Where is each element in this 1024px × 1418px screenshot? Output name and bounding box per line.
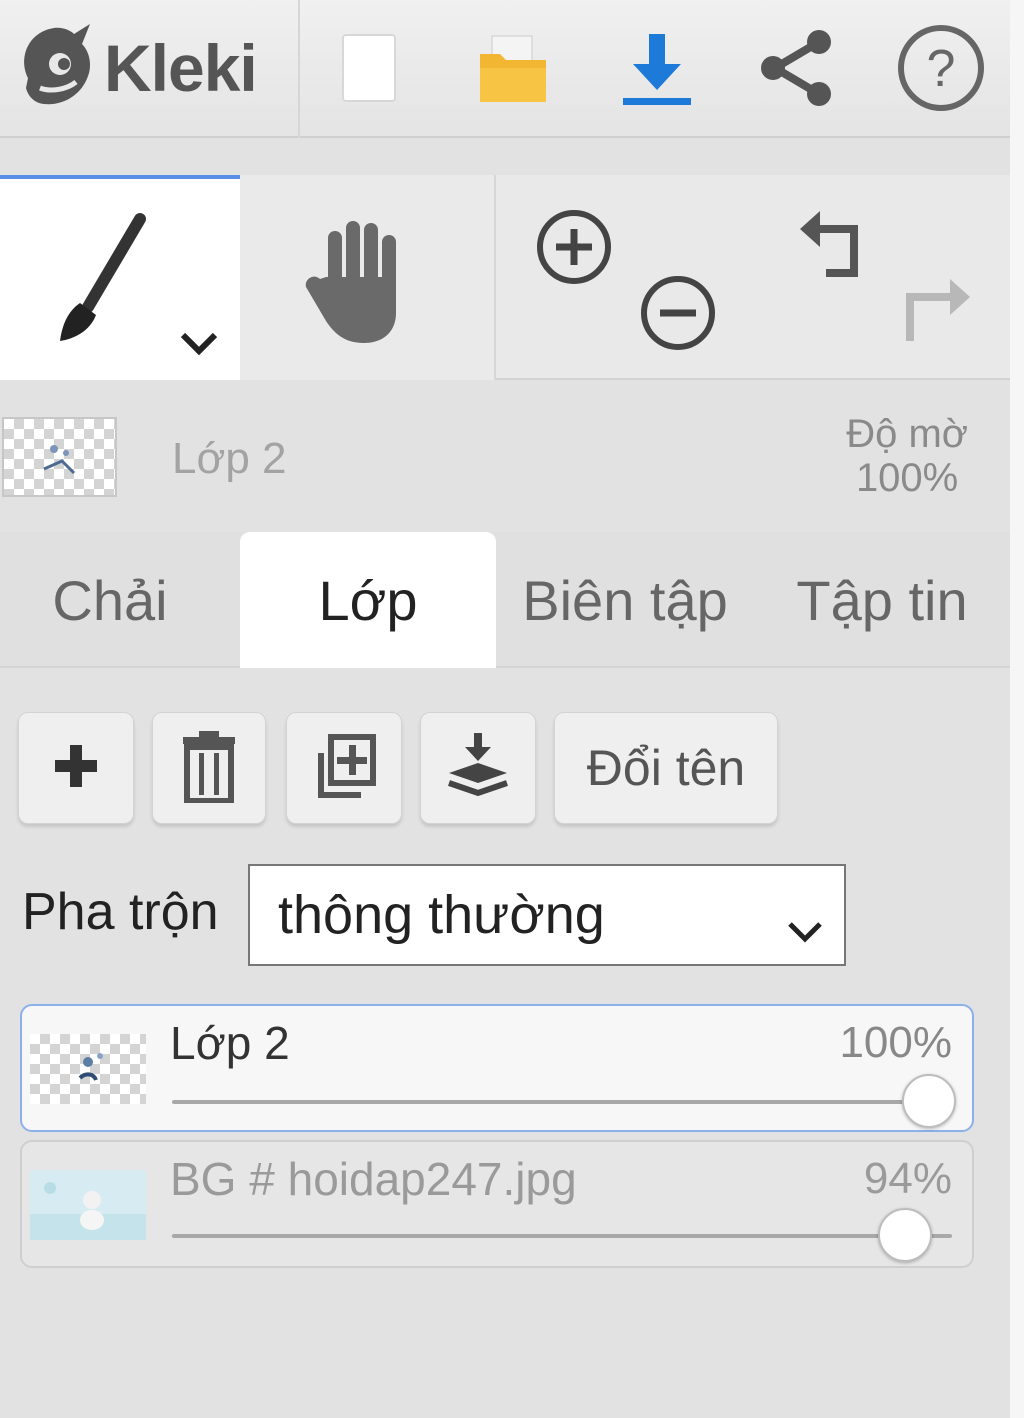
help-button[interactable]: ? [886, 20, 996, 120]
layer-thumbnail [30, 1034, 146, 1104]
page-edge [1010, 0, 1024, 1418]
new-image-icon [339, 33, 399, 108]
layer-name: BG # hoidap247.jpg [170, 1153, 577, 1205]
share-button[interactable] [742, 20, 852, 120]
panel-tabs: Chải Lớp Biên tập Tập tin [0, 532, 1010, 668]
top-toolbar: Kleki ? [0, 0, 1010, 138]
layer-list-item[interactable]: Lớp 2 100% [20, 1004, 974, 1132]
current-layer-thumbnail [2, 417, 117, 497]
help-icon: ? [896, 23, 986, 118]
layer-list-item[interactable]: BG # hoidap247.jpg 94% [20, 1140, 974, 1268]
slider-handle[interactable] [902, 1074, 956, 1128]
new-image-button[interactable] [314, 20, 424, 120]
brush-tool-button[interactable] [0, 175, 240, 380]
tab-edit[interactable]: Biên tập [500, 532, 750, 668]
blend-mode-value: thông thường [278, 885, 605, 945]
undo-icon[interactable] [796, 205, 872, 286]
hand-icon [304, 217, 414, 352]
brush-icon [50, 211, 150, 356]
toolbar-divider [298, 0, 300, 138]
duplicate-layer-button[interactable] [286, 712, 402, 824]
tab-layers[interactable]: Lớp [240, 532, 496, 668]
download-icon [621, 30, 693, 111]
tool-row [0, 175, 1010, 380]
redo-icon[interactable] [898, 273, 974, 354]
layer-opacity-value: 100% [839, 1018, 952, 1067]
merge-down-icon [445, 731, 511, 806]
current-layer-name: Lớp 2 [172, 434, 287, 483]
layer-opacity-readout[interactable]: Độ mờ 100% [846, 412, 968, 500]
blend-mode-select[interactable]: thông thường [248, 864, 846, 966]
delete-layer-icon [181, 729, 237, 808]
svg-text:?: ? [927, 40, 956, 98]
tab-file[interactable]: Tập tin [762, 532, 1002, 668]
current-layer-preview: Lớp 2 Độ mờ 100% [0, 392, 1010, 527]
opacity-value: 100% [855, 456, 959, 500]
open-folder-icon [476, 32, 550, 109]
layer-name: Lớp 2 [170, 1017, 290, 1069]
share-icon [759, 28, 835, 113]
kleki-logo[interactable]: Kleki [10, 18, 258, 119]
save-download-button[interactable] [602, 20, 712, 120]
kleki-side-panel: Kleki ? Lớp 2 Độ mờ 100% Chải Lớp Biên t… [0, 0, 1010, 1418]
slider-handle[interactable] [878, 1208, 933, 1262]
layer-thumbnail [30, 1170, 146, 1240]
rename-layer-button[interactable]: Đổi tên [554, 712, 778, 824]
zoom-in-icon[interactable] [534, 207, 614, 292]
blend-mode-label: Pha trộn [22, 883, 219, 941]
layer-opacity-slider[interactable] [172, 1100, 952, 1104]
open-image-button[interactable] [458, 20, 568, 120]
add-layer-icon [51, 741, 101, 796]
zoom-out-icon[interactable] [638, 273, 718, 358]
opacity-label: Độ mờ [846, 412, 968, 456]
add-layer-button[interactable] [18, 712, 134, 824]
delete-layer-button[interactable] [152, 712, 266, 824]
chevron-down-icon[interactable] [178, 329, 220, 362]
chevron-down-icon [786, 896, 824, 958]
tab-brush[interactable]: Chải [0, 532, 220, 668]
layer-opacity-value: 94% [863, 1154, 952, 1203]
rename-label: Đổi tên [586, 740, 746, 796]
app-name: Kleki [104, 31, 258, 105]
layer-opacity-slider[interactable] [172, 1234, 952, 1238]
hand-tool-button[interactable] [240, 175, 496, 380]
merge-down-button[interactable] [420, 712, 536, 824]
duplicate-layer-icon [311, 731, 377, 806]
kleki-logo-icon [10, 18, 100, 119]
